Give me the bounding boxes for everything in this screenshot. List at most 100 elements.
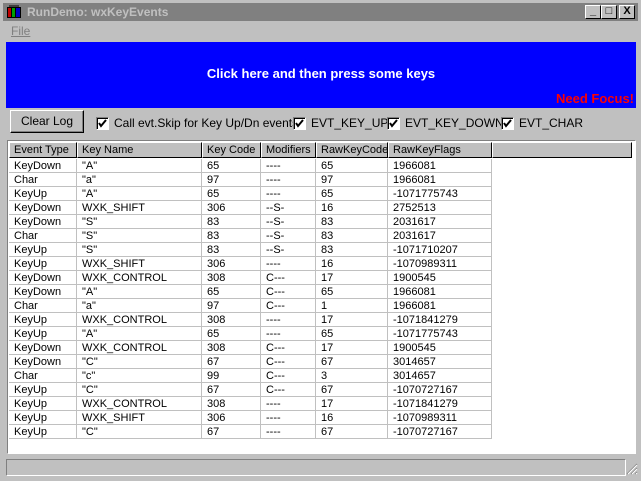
skip-checkbox[interactable]: Call evt.Skip for Key Up/Dn events <box>96 116 298 130</box>
table-cell: -1071775743 <box>388 187 492 201</box>
table-row[interactable]: KeyDown WXK_CONTROL 308 C--- 17 1900545 <box>9 271 492 285</box>
char-checkbox[interactable]: EVT_CHAR <box>501 116 583 130</box>
table-cell: -1071841279 <box>388 397 492 411</box>
table-cell: 306 <box>202 411 261 425</box>
table-cell: "C" <box>77 383 202 397</box>
table-cell: WXK_CONTROL <box>77 341 202 355</box>
table-cell: ---- <box>261 173 316 187</box>
table-row[interactable]: Char "S" 83 --S- 83 2031617 <box>9 229 492 243</box>
column-header-modifiers[interactable]: Modifiers <box>261 142 316 158</box>
table-cell: 83 <box>316 215 388 229</box>
table-cell: --S- <box>261 201 316 215</box>
key-down-checkbox[interactable]: EVT_KEY_DOWN <box>387 116 504 130</box>
table-cell: C--- <box>261 285 316 299</box>
table-cell: C--- <box>261 355 316 369</box>
key-down-checkbox-box[interactable] <box>387 116 400 130</box>
table-row[interactable]: KeyDown WXK_SHIFT 306 --S- 16 2752513 <box>9 201 492 215</box>
table-cell: 306 <box>202 201 261 215</box>
key-focus-panel[interactable]: Click here and then press some keys Need… <box>6 42 636 108</box>
clear-log-button[interactable]: Clear Log <box>10 110 84 133</box>
key-up-checkbox[interactable]: EVT_KEY_UP <box>293 116 388 130</box>
key-up-checkbox-box[interactable] <box>293 116 306 130</box>
char-checkbox-box[interactable] <box>501 116 514 130</box>
table-cell: C--- <box>261 271 316 285</box>
table-cell: 16 <box>316 411 388 425</box>
table-cell: "A" <box>77 327 202 341</box>
resize-grip-icon[interactable] <box>626 463 638 475</box>
table-cell: Char <box>9 173 77 187</box>
table-row[interactable]: KeyUp "S" 83 --S- 83 -1071710207 <box>9 243 492 257</box>
table-cell: 83 <box>202 243 261 257</box>
table-row[interactable]: Char "a" 97 ---- 97 1966081 <box>9 173 492 187</box>
table-cell: "S" <box>77 229 202 243</box>
table-cell: -1071775743 <box>388 327 492 341</box>
table-row[interactable]: KeyUp "C" 67 ---- 67 -1070727167 <box>9 425 492 439</box>
table-row[interactable]: Char "c" 99 C--- 3 3014657 <box>9 369 492 383</box>
skip-checkbox-box[interactable] <box>96 116 109 130</box>
table-cell: 308 <box>202 341 261 355</box>
table-cell: "S" <box>77 215 202 229</box>
table-cell: "C" <box>77 425 202 439</box>
table-cell: 99 <box>202 369 261 383</box>
table-cell: ---- <box>261 313 316 327</box>
table-cell: "c" <box>77 369 202 383</box>
table-cell: 67 <box>202 425 261 439</box>
table-row[interactable]: KeyUp "C" 67 C--- 67 -1070727167 <box>9 383 492 397</box>
table-cell: KeyUp <box>9 243 77 257</box>
minimize-button[interactable]: _ <box>585 5 601 19</box>
table-cell: -1071841279 <box>388 313 492 327</box>
table-cell: 65 <box>316 327 388 341</box>
table-cell: WXK_SHIFT <box>77 201 202 215</box>
table-cell: KeyDown <box>9 285 77 299</box>
table-row[interactable]: KeyDown "A" 65 ---- 65 1966081 <box>9 159 492 173</box>
table-cell: KeyUp <box>9 187 77 201</box>
column-header-raw-key-code[interactable]: RawKeyCode <box>316 142 388 158</box>
column-header-key-code[interactable]: Key Code <box>202 142 261 158</box>
table-cell: 306 <box>202 257 261 271</box>
table-cell: 65 <box>202 327 261 341</box>
event-log-list[interactable]: Event Type Key Name Key Code Modifiers R… <box>7 140 636 454</box>
table-cell: WXK_SHIFT <box>77 411 202 425</box>
column-header-raw-key-flags[interactable]: RawKeyFlags <box>388 142 492 158</box>
table-row[interactable]: KeyUp WXK_SHIFT 306 ---- 16 -1070989311 <box>9 411 492 425</box>
table-cell: "a" <box>77 173 202 187</box>
column-header-filler <box>492 142 632 158</box>
table-row[interactable]: KeyUp "A" 65 ---- 65 -1071775743 <box>9 327 492 341</box>
table-row[interactable]: KeyDown "S" 83 --S- 83 2031617 <box>9 215 492 229</box>
table-cell: 3014657 <box>388 369 492 383</box>
table-cell: -1070727167 <box>388 383 492 397</box>
table-cell: KeyDown <box>9 341 77 355</box>
table-cell: 67 <box>316 383 388 397</box>
table-row[interactable]: KeyUp WXK_CONTROL 308 ---- 17 -1071841279 <box>9 397 492 411</box>
table-row[interactable]: KeyUp WXK_CONTROL 308 ---- 17 -1071841279 <box>9 313 492 327</box>
table-row[interactable]: KeyUp WXK_SHIFT 306 ---- 16 -1070989311 <box>9 257 492 271</box>
maximize-button[interactable]: □ <box>601 5 617 19</box>
table-row[interactable]: Char "a" 97 C--- 1 1966081 <box>9 299 492 313</box>
table-cell: ---- <box>261 411 316 425</box>
table-cell: "a" <box>77 299 202 313</box>
table-cell: KeyDown <box>9 201 77 215</box>
close-button[interactable]: X <box>619 5 635 19</box>
table-cell: 67 <box>202 355 261 369</box>
table-cell: ---- <box>261 397 316 411</box>
title-bar[interactable]: RunDemo: wxKeyEvents _ □ X <box>3 3 638 21</box>
table-cell: ---- <box>261 425 316 439</box>
table-cell: KeyUp <box>9 257 77 271</box>
table-cell: 65 <box>202 187 261 201</box>
key-down-checkbox-label: EVT_KEY_DOWN <box>405 116 504 130</box>
table-row[interactable]: KeyUp "A" 65 ---- 65 -1071775743 <box>9 187 492 201</box>
app-icon <box>7 5 21 18</box>
table-row[interactable]: KeyDown "C" 67 C--- 67 3014657 <box>9 355 492 369</box>
char-checkbox-label: EVT_CHAR <box>519 116 584 130</box>
column-header-key-name[interactable]: Key Name <box>77 142 202 158</box>
table-cell: 67 <box>316 425 388 439</box>
table-cell: C--- <box>261 383 316 397</box>
focus-status-label: Need Focus! <box>555 91 634 106</box>
column-header-event-type[interactable]: Event Type <box>9 142 77 158</box>
table-row[interactable]: KeyDown "A" 65 C--- 65 1966081 <box>9 285 492 299</box>
table-cell: --S- <box>261 243 316 257</box>
table-row[interactable]: KeyDown WXK_CONTROL 308 C--- 17 1900545 <box>9 341 492 355</box>
checkmark-icon <box>295 118 304 128</box>
log-header: Event Type Key Name Key Code Modifiers R… <box>9 142 632 158</box>
menu-file[interactable]: File <box>11 24 30 38</box>
